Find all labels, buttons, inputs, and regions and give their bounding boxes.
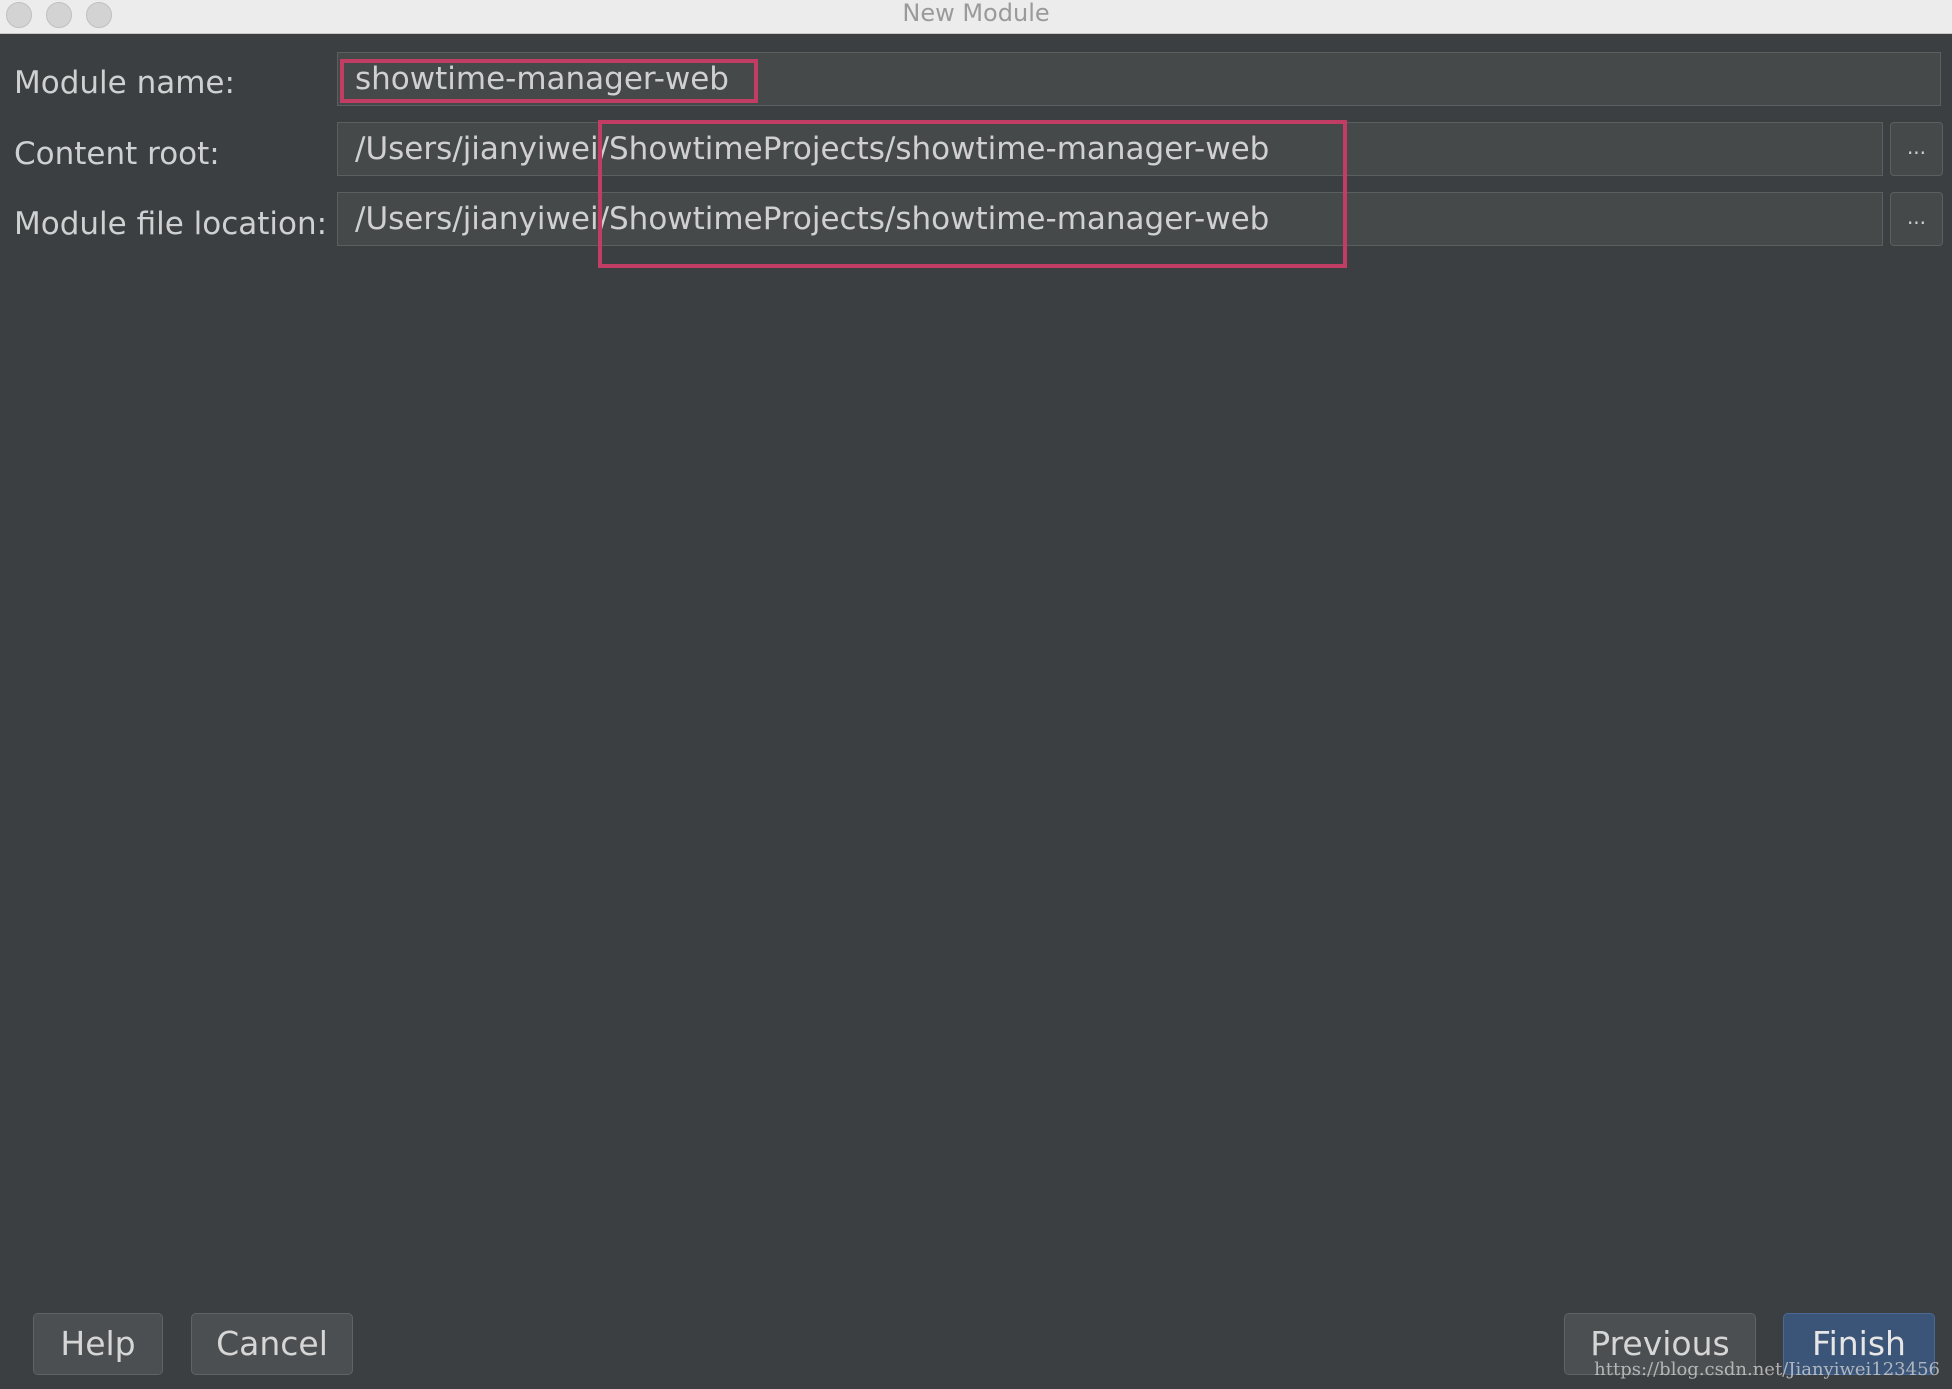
content-root-browse-button[interactable]: ... [1890,122,1943,176]
path-highlight-box [598,120,1347,268]
content-root-label: Content root: [14,136,220,172]
module-name-label: Module name: [14,65,235,101]
window-title: New Module [902,0,1050,27]
help-button[interactable]: Help [33,1313,163,1375]
module-name-highlight-box [340,59,758,103]
watermark-text: https://blog.csdn.net/Jianyiwei123456 [1594,1359,1940,1380]
module-file-location-label: Module file location: [14,206,328,242]
cancel-button[interactable]: Cancel [191,1313,353,1375]
module-file-location-browse-button[interactable]: ... [1890,192,1943,246]
title-bar: New Module [0,0,1952,34]
new-module-dialog: New Module Module name: showtime-manager… [0,0,1952,1389]
